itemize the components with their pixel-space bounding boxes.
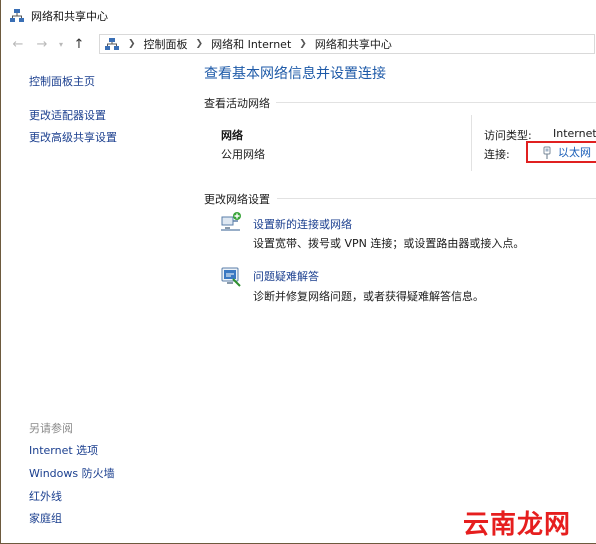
address-bar: ← → ▾ ↑ ❯ 控制面板 ❯ 网络和 Internet ❯ 网络和共享中心: [1, 31, 596, 57]
troubleshoot-icon: [220, 265, 242, 287]
sidebar-item-homegroup[interactable]: 家庭组: [29, 510, 62, 526]
sidebar-item-control-panel-home[interactable]: 控制面板主页: [29, 73, 95, 89]
new-connection-icon: [220, 211, 242, 233]
troubleshoot-problems-desc: 诊断并修复网络问题，或者获得疑难解答信息。: [253, 290, 484, 303]
main-content: 查看基本网络信息并设置连接 查看活动网络 网络 公用网络 访问类型: Inter…: [191, 57, 596, 544]
chevron-right-icon[interactable]: ❯: [299, 39, 307, 49]
sidebar-item-change-adapter-settings[interactable]: 更改适配器设置: [29, 107, 106, 123]
setup-new-connection-link[interactable]: 设置新的连接或网络: [253, 216, 352, 232]
access-type-label: 访问类型:: [484, 129, 532, 142]
network-type[interactable]: 公用网络: [221, 146, 265, 162]
chevron-right-icon[interactable]: ❯: [128, 39, 136, 49]
section-divider: [277, 198, 596, 199]
title-bar: 网络和共享中心: [1, 0, 596, 31]
sidebar-item-infrared[interactable]: 红外线: [29, 488, 62, 504]
change-settings-label: 更改网络设置: [204, 193, 270, 206]
access-type-value: Internet: [553, 127, 596, 140]
breadcrumb[interactable]: ❯ 控制面板 ❯ 网络和 Internet ❯ 网络和共享中心: [99, 34, 595, 54]
chevron-right-icon[interactable]: ❯: [196, 39, 204, 49]
up-arrow-icon[interactable]: ↑: [70, 35, 88, 53]
recent-locations-chevron-icon[interactable]: ▾: [55, 35, 67, 53]
forward-arrow-icon[interactable]: →: [33, 35, 51, 53]
control-panel-icon: [104, 37, 120, 51]
back-arrow-icon[interactable]: ←: [9, 35, 27, 53]
sidebar-item-windows-firewall[interactable]: Windows 防火墙: [29, 465, 115, 481]
left-sidebar: 控制面板主页 更改适配器设置 更改高级共享设置 另请参阅 Internet 选项…: [1, 57, 191, 544]
connection-label: 连接:: [484, 148, 510, 161]
ethernet-plug-icon: [542, 145, 552, 159]
setup-new-connection-desc: 设置宽带、拨号或 VPN 连接；或设置路由器或接入点。: [253, 237, 525, 250]
ethernet-highlight-box: 以太网: [526, 141, 596, 163]
see-also-heading: 另请参阅: [29, 422, 73, 435]
breadcrumb-control-panel[interactable]: 控制面板: [144, 36, 188, 52]
network-center-icon: [9, 8, 25, 24]
vertical-divider: [471, 115, 472, 171]
sidebar-item-internet-options[interactable]: Internet 选项: [29, 442, 98, 458]
site-watermark: 云南龙网: [463, 510, 572, 540]
page-title: 查看基本网络信息并设置连接: [204, 66, 386, 82]
window-title: 网络和共享中心: [31, 9, 108, 23]
active-networks-label: 查看活动网络: [204, 97, 270, 110]
breadcrumb-network-sharing-center[interactable]: 网络和共享中心: [315, 36, 392, 52]
sidebar-item-advanced-sharing-settings[interactable]: 更改高级共享设置: [29, 129, 117, 145]
section-divider: [276, 102, 596, 103]
network-name: 网络: [221, 129, 243, 142]
breadcrumb-network-internet[interactable]: 网络和 Internet: [211, 36, 291, 52]
ethernet-connection-link[interactable]: 以太网: [558, 144, 591, 160]
troubleshoot-problems-link[interactable]: 问题疑难解答: [253, 268, 319, 284]
